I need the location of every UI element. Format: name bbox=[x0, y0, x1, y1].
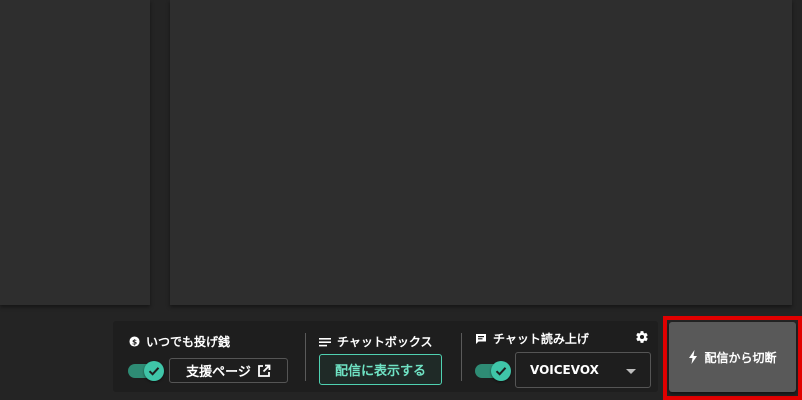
show-in-stream-button[interactable]: 配信に表示する bbox=[319, 354, 442, 385]
tip-section-title: $ いつでも投げ銭 bbox=[128, 333, 230, 350]
show-in-stream-label: 配信に表示する bbox=[334, 364, 426, 379]
tip-section-label: いつでも投げ銭 bbox=[146, 335, 231, 349]
tts-section-title: チャット読み上げ bbox=[475, 330, 589, 347]
svg-text:$: $ bbox=[131, 337, 136, 346]
app-root: $ いつでも投げ銭 支援ページ チャットボックス 配信に表示する チャット読み上… bbox=[0, 0, 802, 400]
open-in-new-icon bbox=[257, 364, 271, 378]
gear-icon[interactable] bbox=[635, 329, 649, 343]
disconnect-button[interactable]: 配信から切断 bbox=[669, 322, 796, 392]
tts-engine-select[interactable]: VOICEVOX bbox=[515, 352, 651, 388]
tip-toggle[interactable] bbox=[128, 361, 164, 381]
chatbox-section-label: チャットボックス bbox=[337, 335, 433, 349]
check-icon bbox=[495, 367, 507, 376]
left-panel bbox=[0, 0, 150, 305]
tts-engine-value: VOICEVOX bbox=[530, 363, 599, 377]
disconnect-label: 配信から切断 bbox=[704, 350, 777, 365]
bolt-icon bbox=[688, 350, 698, 364]
coin-icon: $ bbox=[128, 336, 140, 348]
chevron-down-icon bbox=[626, 369, 636, 374]
chatbox-section-title: チャットボックス bbox=[319, 333, 433, 350]
lines-icon bbox=[319, 336, 331, 348]
check-icon bbox=[148, 367, 160, 376]
tts-toggle[interactable] bbox=[475, 361, 511, 381]
support-page-button[interactable]: 支援ページ bbox=[169, 358, 288, 383]
chat-bubble-icon bbox=[475, 333, 487, 345]
support-page-label: 支援ページ bbox=[186, 365, 251, 380]
section-divider bbox=[461, 333, 462, 381]
main-panel bbox=[170, 0, 792, 305]
tts-section-label: チャット読み上げ bbox=[493, 332, 589, 346]
bottom-control-bar: $ いつでも投げ銭 支援ページ チャットボックス 配信に表示する チャット読み上… bbox=[113, 321, 658, 392]
section-divider bbox=[305, 333, 306, 381]
